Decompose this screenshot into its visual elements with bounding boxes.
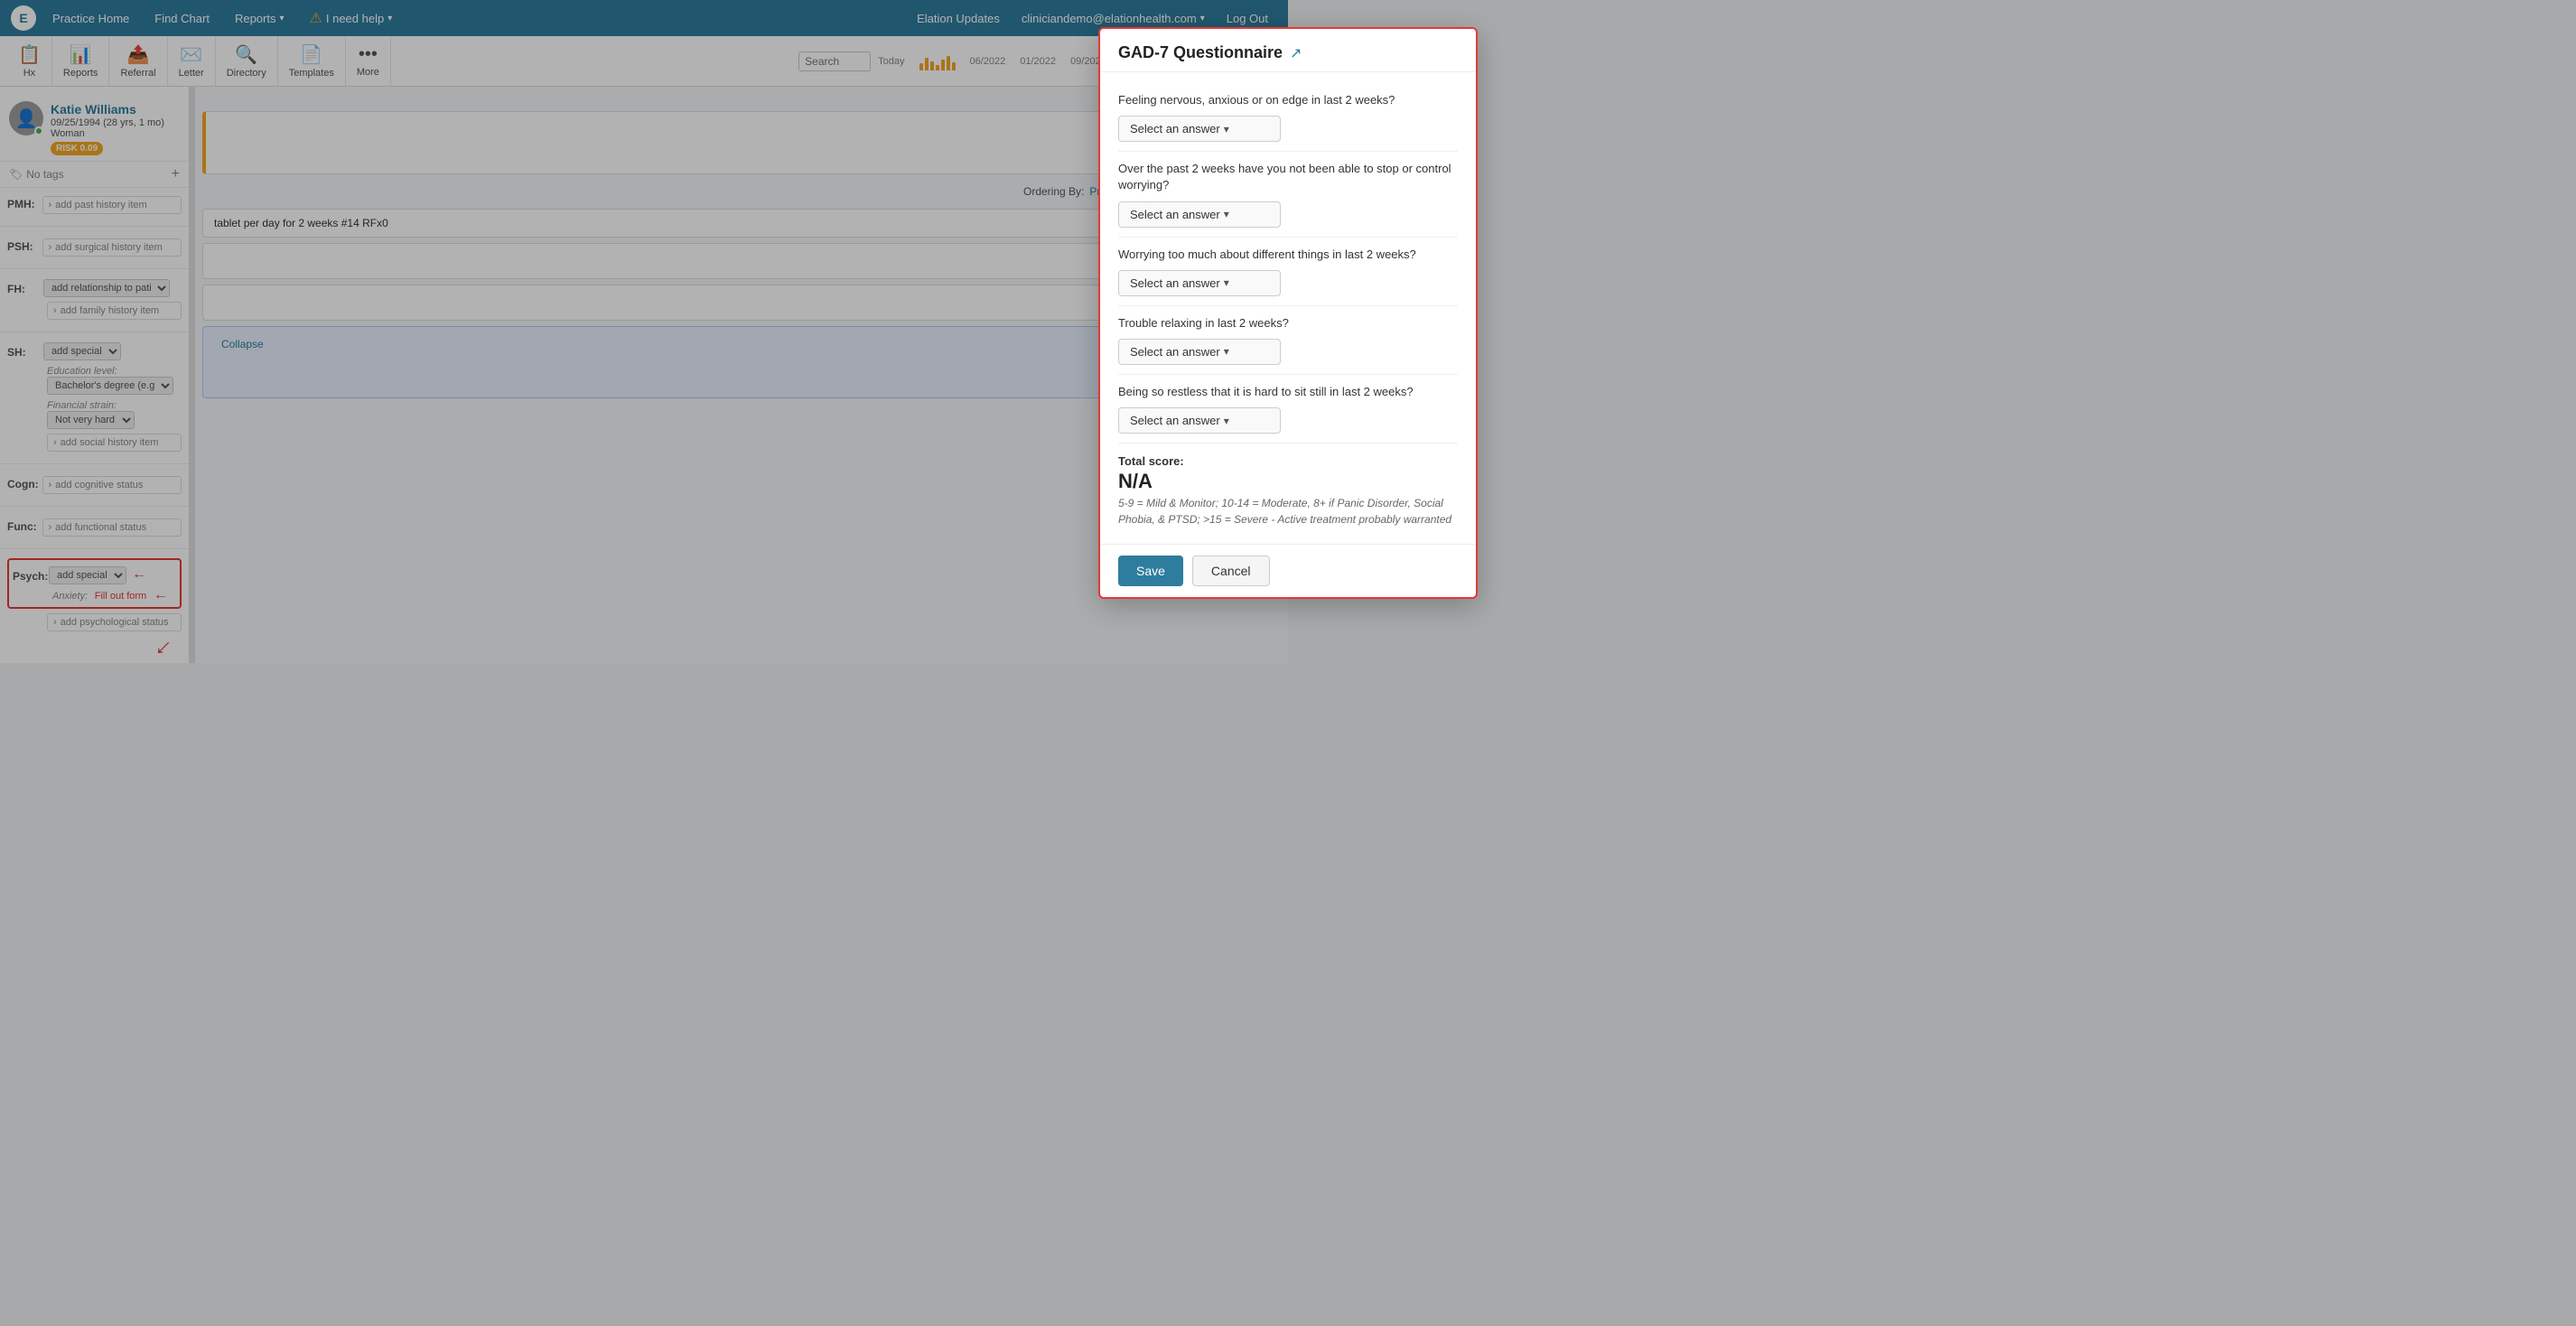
q5-answer-select[interactable]: Select an answer ▾ [1118, 407, 1281, 434]
q2-answer-select[interactable]: Select an answer ▾ [1118, 201, 1281, 228]
modal-body: Feeling nervous, anxious or on edge in l… [1100, 72, 1476, 544]
q1-answer-select[interactable]: Select an answer ▾ [1118, 116, 1281, 142]
total-score-label: Total score: [1118, 454, 1458, 468]
modal-header: GAD-7 Questionnaire ↗ [1100, 29, 1476, 72]
q3-select-chevron: ▾ [1224, 276, 1229, 289]
question-5-block: Being so restless that it is hard to sit… [1118, 375, 1458, 444]
gad7-modal: GAD-7 Questionnaire ↗ Feeling nervous, a… [1098, 27, 1478, 599]
q5-answer-placeholder: Select an answer [1130, 414, 1220, 427]
q1-answer-placeholder: Select an answer [1130, 122, 1220, 135]
modal-title: GAD-7 Questionnaire [1118, 43, 1283, 62]
cancel-button[interactable]: Cancel [1192, 556, 1270, 586]
question-2-text: Over the past 2 weeks have you not been … [1118, 161, 1458, 193]
modal-footer: Save Cancel [1100, 544, 1476, 597]
q2-answer-placeholder: Select an answer [1130, 208, 1220, 221]
total-score-value: N/A [1118, 470, 1458, 493]
q4-answer-select[interactable]: Select an answer ▾ [1118, 339, 1281, 365]
q1-select-chevron: ▾ [1224, 123, 1229, 135]
external-link-icon[interactable]: ↗ [1290, 44, 1302, 62]
q3-answer-select[interactable]: Select an answer ▾ [1118, 270, 1281, 296]
q4-answer-placeholder: Select an answer [1130, 345, 1220, 359]
question-4-text: Trouble relaxing in last 2 weeks? [1118, 315, 1458, 332]
modal-overlay: GAD-7 Questionnaire ↗ Feeling nervous, a… [0, 0, 2576, 1326]
q2-select-chevron: ▾ [1224, 208, 1229, 220]
save-button[interactable]: Save [1118, 556, 1183, 586]
q5-select-chevron: ▾ [1224, 415, 1229, 427]
q4-select-chevron: ▾ [1224, 345, 1229, 358]
total-score-section: Total score: N/A 5-9 = Mild & Monitor; 1… [1118, 444, 1458, 533]
question-1-block: Feeling nervous, anxious or on edge in l… [1118, 83, 1458, 152]
q3-answer-placeholder: Select an answer [1130, 276, 1220, 290]
question-3-text: Worrying too much about different things… [1118, 247, 1458, 263]
question-5-text: Being so restless that it is hard to sit… [1118, 384, 1458, 400]
question-4-block: Trouble relaxing in last 2 weeks? Select… [1118, 306, 1458, 375]
question-3-block: Worrying too much about different things… [1118, 238, 1458, 306]
score-guide-text: 5-9 = Mild & Monitor; 10-14 = Moderate, … [1118, 495, 1458, 528]
question-2-block: Over the past 2 weeks have you not been … [1118, 152, 1458, 237]
question-1-text: Feeling nervous, anxious or on edge in l… [1118, 92, 1458, 108]
